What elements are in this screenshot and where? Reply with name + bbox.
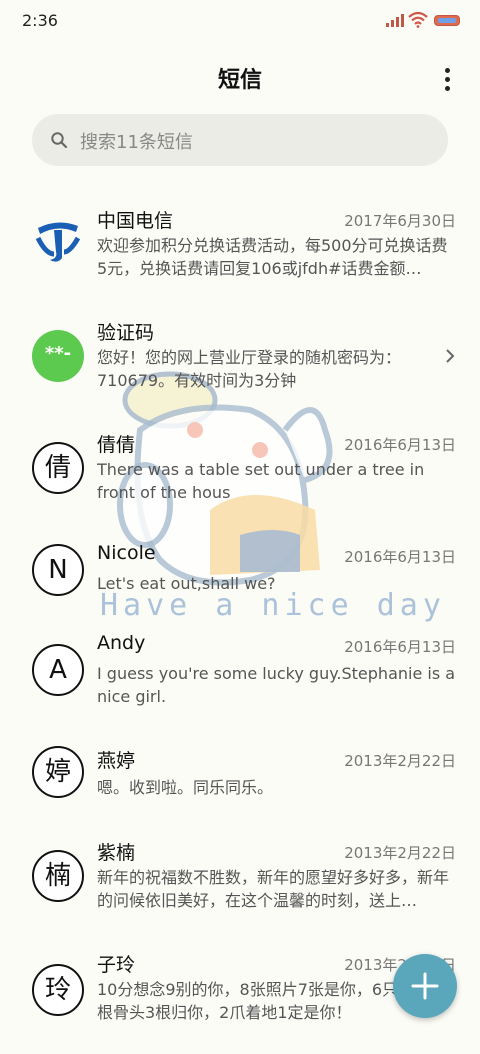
contact-name: 验证码 bbox=[97, 322, 155, 344]
contact-avatar: 玲 bbox=[32, 964, 84, 1016]
plus-icon bbox=[411, 972, 439, 1000]
status-time: 2:36 bbox=[22, 11, 58, 30]
message-preview: I guess you're some lucky guy.Stephanie … bbox=[97, 664, 456, 706]
contact-name: 倩倩 bbox=[97, 434, 136, 456]
china-telecom-logo-icon bbox=[35, 222, 81, 262]
message-date: 2016年6月13日 bbox=[344, 548, 456, 566]
more-options-icon[interactable] bbox=[438, 66, 456, 92]
search-placeholder[interactable]: 搜索11条短信 bbox=[80, 128, 193, 154]
chevron-right-icon[interactable] bbox=[444, 348, 456, 364]
contact-name: Nicole bbox=[97, 542, 156, 564]
message-row[interactable]: **- 验证码 您好！您的网上营业厅登录的随机密码为：710679。有效时间为3… bbox=[0, 310, 480, 420]
wifi-icon bbox=[408, 12, 428, 28]
message-row[interactable]: 楠 紫楠 2013年2月22日 新年的祝福数不胜数，新年的愿望好多好多，新年的问… bbox=[0, 830, 480, 940]
message-preview: There was a table set out under a tree i… bbox=[97, 460, 425, 502]
message-preview: 嗯。收到啦。同乐同乐。 bbox=[97, 778, 274, 797]
message-preview: 新年的祝福数不胜数，新年的愿望好多好多，新年的问候依旧美好，在这个温馨的时刻，送… bbox=[97, 868, 450, 910]
message-row[interactable]: A Andy 2016年6月13日 I guess you're some lu… bbox=[0, 624, 480, 734]
message-row[interactable]: 倩 倩倩 2016年6月13日 There was a table set ou… bbox=[0, 422, 480, 532]
message-preview: 欢迎参加积分兑换话费活动，每500分可兑换话费5元，兑换话费请回复106或jfd… bbox=[97, 236, 448, 278]
contact-name: 燕婷 bbox=[97, 750, 136, 772]
search-icon bbox=[51, 132, 68, 149]
new-message-button[interactable] bbox=[393, 954, 457, 1018]
contact-avatar: 倩 bbox=[32, 442, 84, 494]
battery-icon bbox=[434, 15, 460, 26]
message-date: 2013年2月22日 bbox=[344, 752, 456, 770]
message-date: 2013年2月22日 bbox=[344, 844, 456, 862]
message-row[interactable]: 中国电信 2017年6月30日 欢迎参加积分兑换话费活动，每500分可兑换话费5… bbox=[0, 196, 480, 306]
status-bar: 2:36 bbox=[0, 0, 480, 40]
signal-icon bbox=[386, 14, 404, 27]
verification-avatar: **- bbox=[32, 330, 84, 382]
contact-avatar: A bbox=[32, 644, 84, 696]
message-preview: Let's eat out,shall we? bbox=[97, 574, 276, 593]
contact-avatar: N bbox=[32, 544, 84, 596]
contact-name: 中国电信 bbox=[97, 210, 174, 232]
message-date: 2017年6月30日 bbox=[344, 212, 456, 230]
message-preview: 您好！您的网上营业厅登录的随机密码为：710679。有效时间为3分钟 bbox=[97, 348, 402, 390]
message-date: 2016年6月13日 bbox=[344, 638, 456, 656]
contact-name: 紫楠 bbox=[97, 842, 136, 864]
contact-name: Andy bbox=[97, 632, 146, 654]
page-title: 短信 bbox=[217, 68, 262, 93]
contact-avatar: 婷 bbox=[32, 746, 84, 798]
contact-avatar: 楠 bbox=[32, 850, 84, 902]
message-date: 2016年6月13日 bbox=[344, 436, 456, 454]
contact-name: 子玲 bbox=[97, 954, 136, 976]
